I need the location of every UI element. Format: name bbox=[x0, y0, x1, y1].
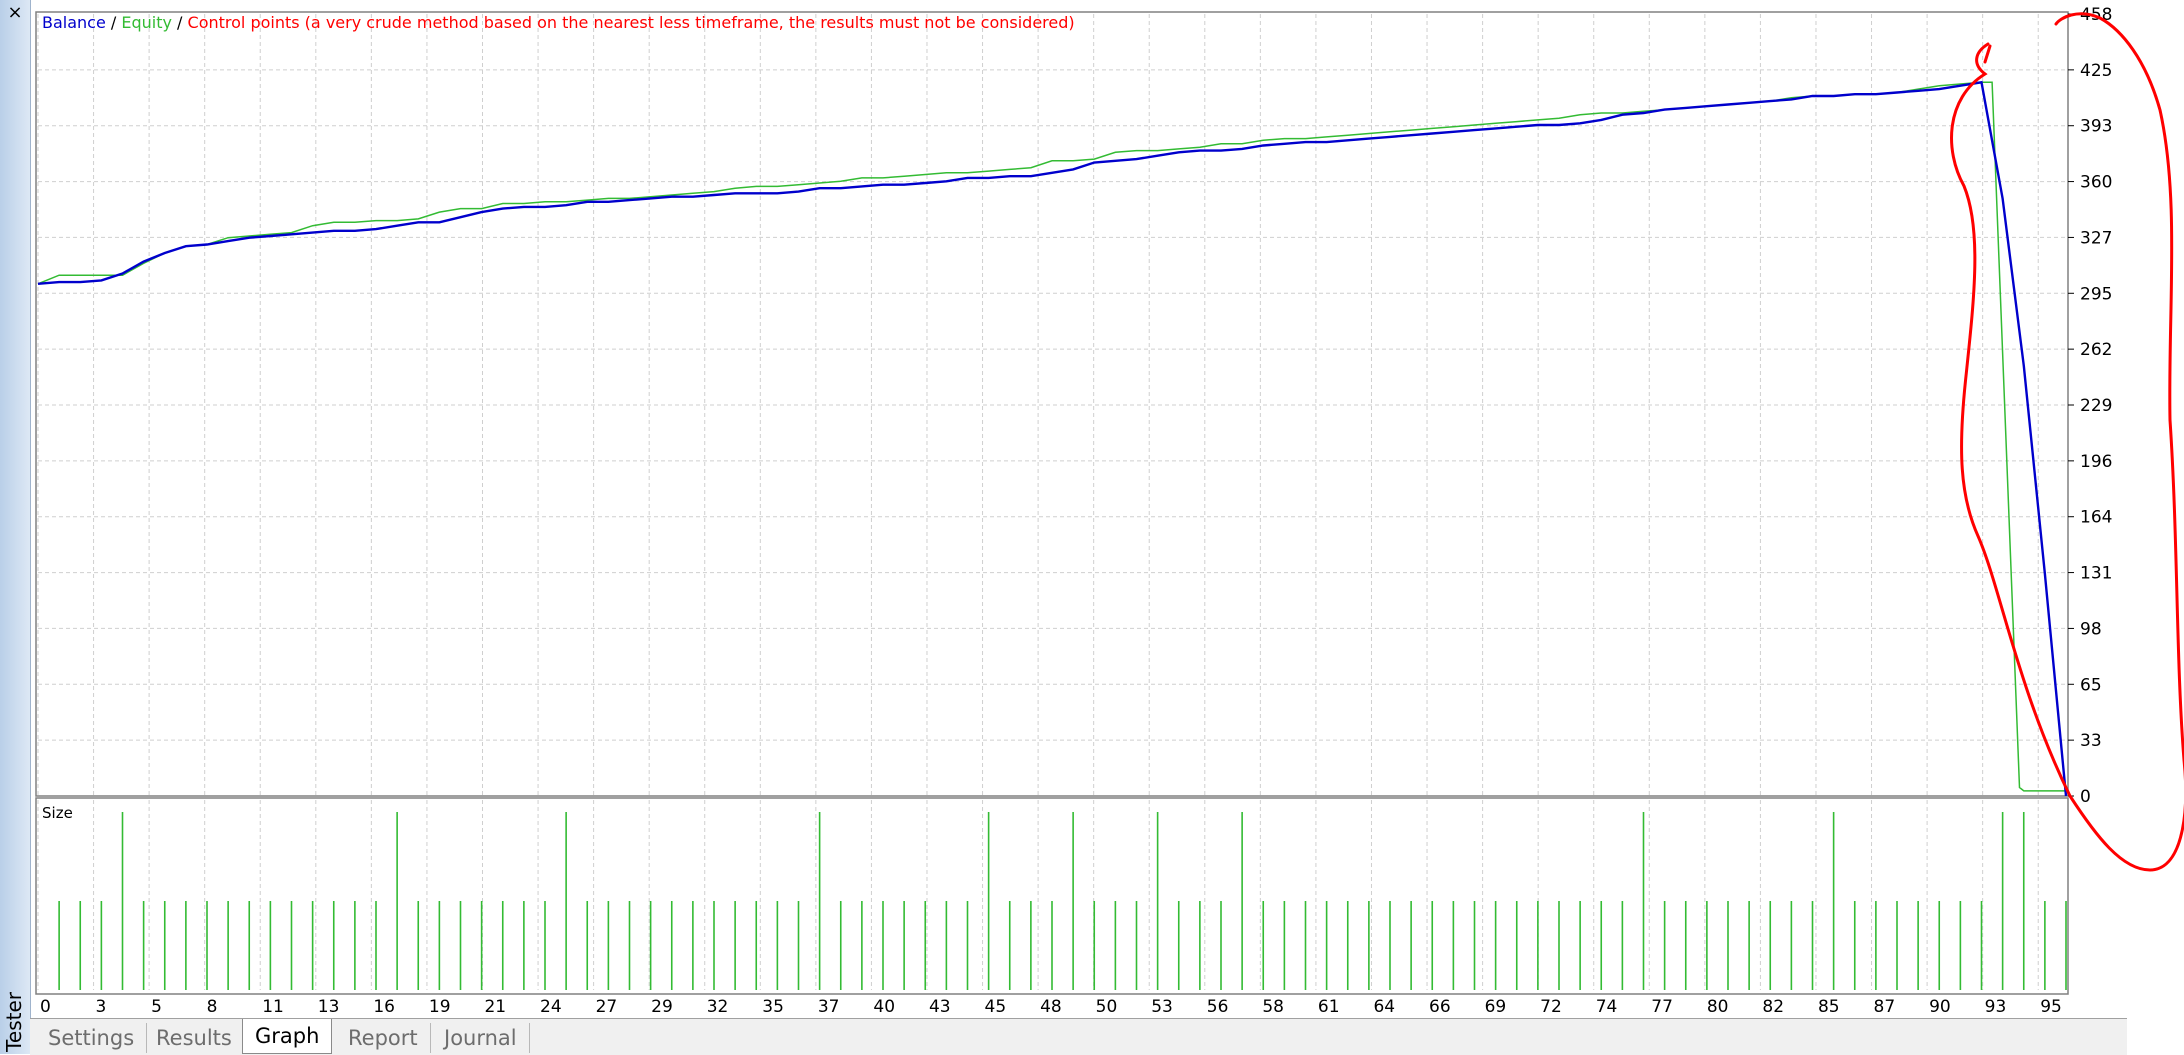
x-tick-label: 93 bbox=[1985, 997, 2007, 1017]
x-tick-label: 74 bbox=[1596, 997, 1618, 1017]
x-tick-label: 29 bbox=[651, 997, 673, 1017]
x-tick-label: 13 bbox=[318, 997, 340, 1017]
balance-equity-chart: 4584253933603272952622291961641319865330… bbox=[35, 5, 2184, 1017]
x-tick-label: 35 bbox=[762, 997, 784, 1017]
legend-equity: Equity bbox=[121, 13, 172, 32]
legend: Balance / Equity / Control points (a ver… bbox=[42, 13, 1075, 32]
x-tick-label: 90 bbox=[1929, 997, 1951, 1017]
y-axis-ticks: 4584253933603272952622291961641319865330 bbox=[2068, 5, 2112, 807]
y-tick-label: 196 bbox=[2080, 452, 2112, 472]
x-tick-label: 69 bbox=[1485, 997, 1507, 1017]
y-tick-label: 360 bbox=[2080, 173, 2112, 193]
x-tick-label: 61 bbox=[1318, 997, 1340, 1017]
x-tick-label: 64 bbox=[1373, 997, 1395, 1017]
x-tick-label: 80 bbox=[1707, 997, 1729, 1017]
x-tick-label: 82 bbox=[1762, 997, 1784, 1017]
x-tick-label: 48 bbox=[1040, 997, 1062, 1017]
y-tick-label: 327 bbox=[2080, 228, 2112, 248]
x-tick-label: 40 bbox=[873, 997, 895, 1017]
x-tick-label: 58 bbox=[1262, 997, 1284, 1017]
y-tick-label: 98 bbox=[2080, 619, 2102, 639]
y-tick-label: 131 bbox=[2080, 564, 2112, 584]
legend-sep-1: / bbox=[106, 13, 122, 32]
tab-report[interactable]: Report bbox=[336, 1023, 431, 1053]
legend-sep-2: / bbox=[172, 13, 188, 32]
x-tick-label: 32 bbox=[707, 997, 729, 1017]
x-tick-label: 37 bbox=[818, 997, 840, 1017]
legend-balance: Balance bbox=[42, 13, 106, 32]
x-tick-label: 43 bbox=[929, 997, 951, 1017]
x-tick-label: 72 bbox=[1540, 997, 1562, 1017]
x-tick-label: 11 bbox=[262, 997, 284, 1017]
tab-journal[interactable]: Journal bbox=[432, 1023, 530, 1053]
y-tick-label: 0 bbox=[2080, 787, 2091, 807]
x-tick-label: 24 bbox=[540, 997, 562, 1017]
tab-graph[interactable]: Graph bbox=[242, 1019, 333, 1054]
tab-bar: Settings Results Graph Report Journal bbox=[30, 1018, 2127, 1055]
y-tick-label: 262 bbox=[2080, 340, 2112, 360]
x-tick-label: 27 bbox=[596, 997, 618, 1017]
x-tick-label: 16 bbox=[373, 997, 395, 1017]
y-tick-label: 393 bbox=[2080, 117, 2112, 137]
x-tick-label: 0 bbox=[40, 997, 51, 1017]
y-tick-label: 164 bbox=[2080, 508, 2112, 528]
y-tick-label: 33 bbox=[2080, 731, 2102, 751]
x-tick-label: 3 bbox=[96, 997, 107, 1017]
x-tick-label: 19 bbox=[429, 997, 451, 1017]
y-tick-label: 425 bbox=[2080, 61, 2112, 81]
x-axis-ticks: 0 3 5 8 11 13 16 19 21 24 27 29 32 35 37 40 43 45 48 50 53 56… bbox=[40, 997, 2062, 1017]
x-tick-label: 85 bbox=[1818, 997, 1840, 1017]
x-tick-label: 66 bbox=[1429, 997, 1451, 1017]
main-plot-area bbox=[35, 11, 2069, 797]
y-tick-label: 65 bbox=[2080, 675, 2102, 695]
x-tick-label: 45 bbox=[985, 997, 1007, 1017]
y-tick-label: 229 bbox=[2080, 396, 2112, 416]
y-tick-label: 295 bbox=[2080, 284, 2112, 304]
x-tick-label: 87 bbox=[1874, 997, 1896, 1017]
x-tick-label: 95 bbox=[2040, 997, 2062, 1017]
size-label: Size bbox=[42, 804, 73, 822]
x-tick-label: 56 bbox=[1207, 997, 1229, 1017]
tab-settings[interactable]: Settings bbox=[36, 1023, 148, 1053]
x-tick-label: 5 bbox=[151, 997, 162, 1017]
tab-results[interactable]: Results bbox=[144, 1023, 245, 1053]
legend-control-points: Control points (a very crude method base… bbox=[188, 13, 1075, 32]
x-tick-label: 21 bbox=[484, 997, 506, 1017]
x-tick-label: 77 bbox=[1651, 997, 1673, 1017]
x-tick-label: 8 bbox=[207, 997, 218, 1017]
x-tick-label: 53 bbox=[1151, 997, 1173, 1017]
x-tick-label: 50 bbox=[1096, 997, 1118, 1017]
